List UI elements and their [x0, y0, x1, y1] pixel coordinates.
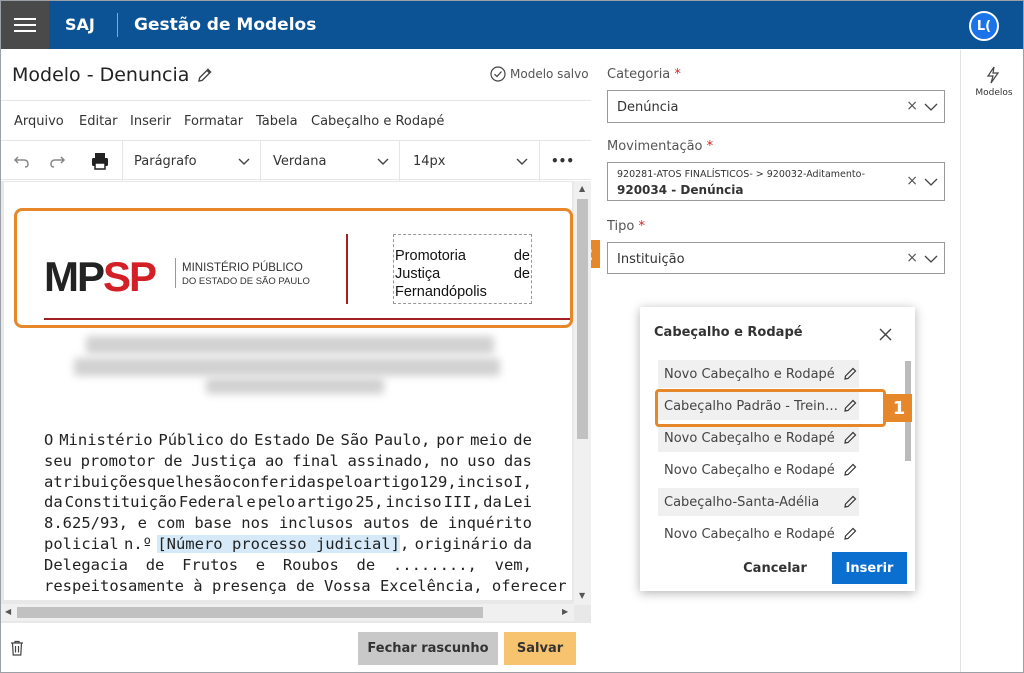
scrollbar-thumb[interactable]	[17, 607, 483, 618]
saved-status-label: Modelo salvo	[510, 67, 589, 81]
clear-icon[interactable]: ×	[906, 173, 918, 189]
pencil-icon[interactable]	[843, 430, 858, 445]
insert-button[interactable]: Inserir	[832, 552, 907, 584]
callout-badge-1: 1	[886, 394, 912, 422]
chevron-down-icon	[377, 158, 389, 165]
menu-tabela[interactable]: Tabela	[256, 114, 298, 129]
modelos-label[interactable]: Modelos	[974, 88, 1014, 98]
movimentacao-label: Movimentação *	[607, 139, 714, 154]
close-draft-button[interactable]: Fechar rascunho	[358, 632, 498, 665]
body-line: seu promotor de Justiça ao final assinado, no us…	[44, 451, 532, 470]
hamburger-menu-icon[interactable]	[1, 1, 49, 49]
clear-icon[interactable]: ×	[906, 98, 918, 114]
redo-icon[interactable]	[47, 151, 67, 171]
list-item[interactable]: Novo Cabeçalho e Rodapé	[658, 456, 859, 484]
body-line: policial n.º [Número processo judicial], or…	[44, 534, 532, 553]
check-circle-icon	[490, 66, 506, 82]
header-footer-dialog: Cabeçalho e Rodapé Novo Cabeçalho e Roda…	[640, 307, 915, 591]
categoria-select[interactable]: Denúncia ×	[607, 90, 945, 123]
body-line: 8.625/93, e com base nos inclusos autos de inqué…	[44, 514, 532, 533]
list-item[interactable]: Cabeçalho-Santa-Adélia	[658, 488, 859, 516]
document-body-text[interactable]: O Ministério Público do Estado De São Paulo, por…	[44, 430, 567, 596]
list-item[interactable]: Novo Cabeçalho e Rodapé	[658, 360, 859, 388]
body-line: da Constituição Federal e pelo artigo 25, incis…	[44, 493, 532, 512]
dialog-title: Cabeçalho e Rodapé	[654, 325, 803, 340]
block-format-select[interactable]: Parágrafo	[122, 141, 260, 181]
top-bar: SAJ Gestão de Modelos L(	[1, 1, 1023, 49]
chevron-down-icon	[516, 158, 528, 165]
chevron-down-icon[interactable]	[924, 100, 938, 114]
pencil-icon[interactable]	[843, 526, 858, 541]
chevron-down-icon	[238, 158, 250, 165]
callout-box-1	[655, 389, 886, 427]
menu-cabecalho-rodape[interactable]: Cabeçalho e Rodapé	[311, 114, 444, 129]
tipo-label: Tipo *	[607, 219, 645, 234]
undo-icon[interactable]	[12, 151, 32, 171]
tipo-select[interactable]: Instituição ×	[607, 242, 945, 274]
lightning-icon[interactable]	[985, 66, 1001, 84]
page-title: Modelo - Denuncia	[12, 64, 190, 86]
header-divider	[117, 13, 118, 37]
horizontal-scrollbar[interactable]: ◀ ▶	[1, 604, 574, 621]
edit-title-pencil-icon[interactable]	[196, 66, 214, 84]
pencil-icon[interactable]	[843, 462, 858, 477]
body-line: respeitosamente à presença de Vossa Exce…	[44, 576, 567, 595]
print-icon[interactable]	[90, 151, 110, 171]
redacted-text	[86, 336, 494, 354]
side-panel-divider	[960, 50, 961, 672]
app-code: SAJ	[65, 15, 95, 34]
body-line: Delegacia de Frutos e Roubos de........, vem,	[44, 555, 532, 574]
vertical-scrollbar[interactable]: ▲ ▼	[574, 181, 591, 605]
list-item[interactable]: Novo Cabeçalho e Rodapé	[658, 424, 859, 452]
list-item[interactable]: Novo Cabeçalho e Rodapé	[658, 520, 859, 548]
trash-icon[interactable]	[10, 640, 24, 656]
redacted-text	[74, 358, 500, 376]
menu-inserir[interactable]: Inserir	[130, 114, 171, 129]
pencil-icon[interactable]	[843, 366, 858, 381]
cancel-button[interactable]: Cancelar	[735, 553, 815, 583]
chevron-down-icon[interactable]	[924, 175, 938, 189]
redacted-text	[206, 378, 384, 394]
editor-menubar: Arquivo Editar Inserir Formatar Tabela C…	[1, 100, 591, 140]
chevron-down-icon[interactable]	[924, 252, 938, 266]
process-number-placeholder[interactable]: [Número processo judicial]	[157, 534, 400, 553]
menu-arquivo[interactable]: Arquivo	[14, 114, 64, 129]
font-size-select[interactable]: 14px	[399, 141, 538, 181]
body-line: atribuições que lhe são conferidas pelo artigo…	[44, 472, 532, 491]
saved-status: Modelo salvo	[490, 66, 589, 82]
dialog-scrollbar[interactable]	[902, 355, 914, 545]
font-family-select[interactable]: Verdana	[260, 141, 399, 181]
callout-box-2	[14, 208, 573, 328]
pencil-icon[interactable]	[843, 494, 858, 509]
clear-icon[interactable]: ×	[906, 250, 918, 266]
save-button[interactable]: Salvar	[504, 632, 576, 665]
menu-editar[interactable]: Editar	[79, 114, 118, 129]
more-options-icon[interactable]: •••	[551, 141, 581, 181]
editor-toolbar: Parágrafo Verdana 14px •••	[1, 140, 591, 181]
close-icon[interactable]	[878, 327, 893, 342]
categoria-label: Categoria *	[607, 67, 681, 82]
user-avatar[interactable]: L(	[969, 11, 999, 41]
app-title: Gestão de Modelos	[134, 15, 317, 35]
body-line: O Ministério Público do Estado De São Paulo, por…	[44, 431, 532, 449]
movimentacao-select[interactable]: 920281-ATOS FINALÍSTICOS- > 920032-Adita…	[607, 162, 945, 201]
scrollbar-thumb[interactable]	[577, 199, 588, 439]
menu-formatar[interactable]: Formatar	[184, 114, 243, 129]
